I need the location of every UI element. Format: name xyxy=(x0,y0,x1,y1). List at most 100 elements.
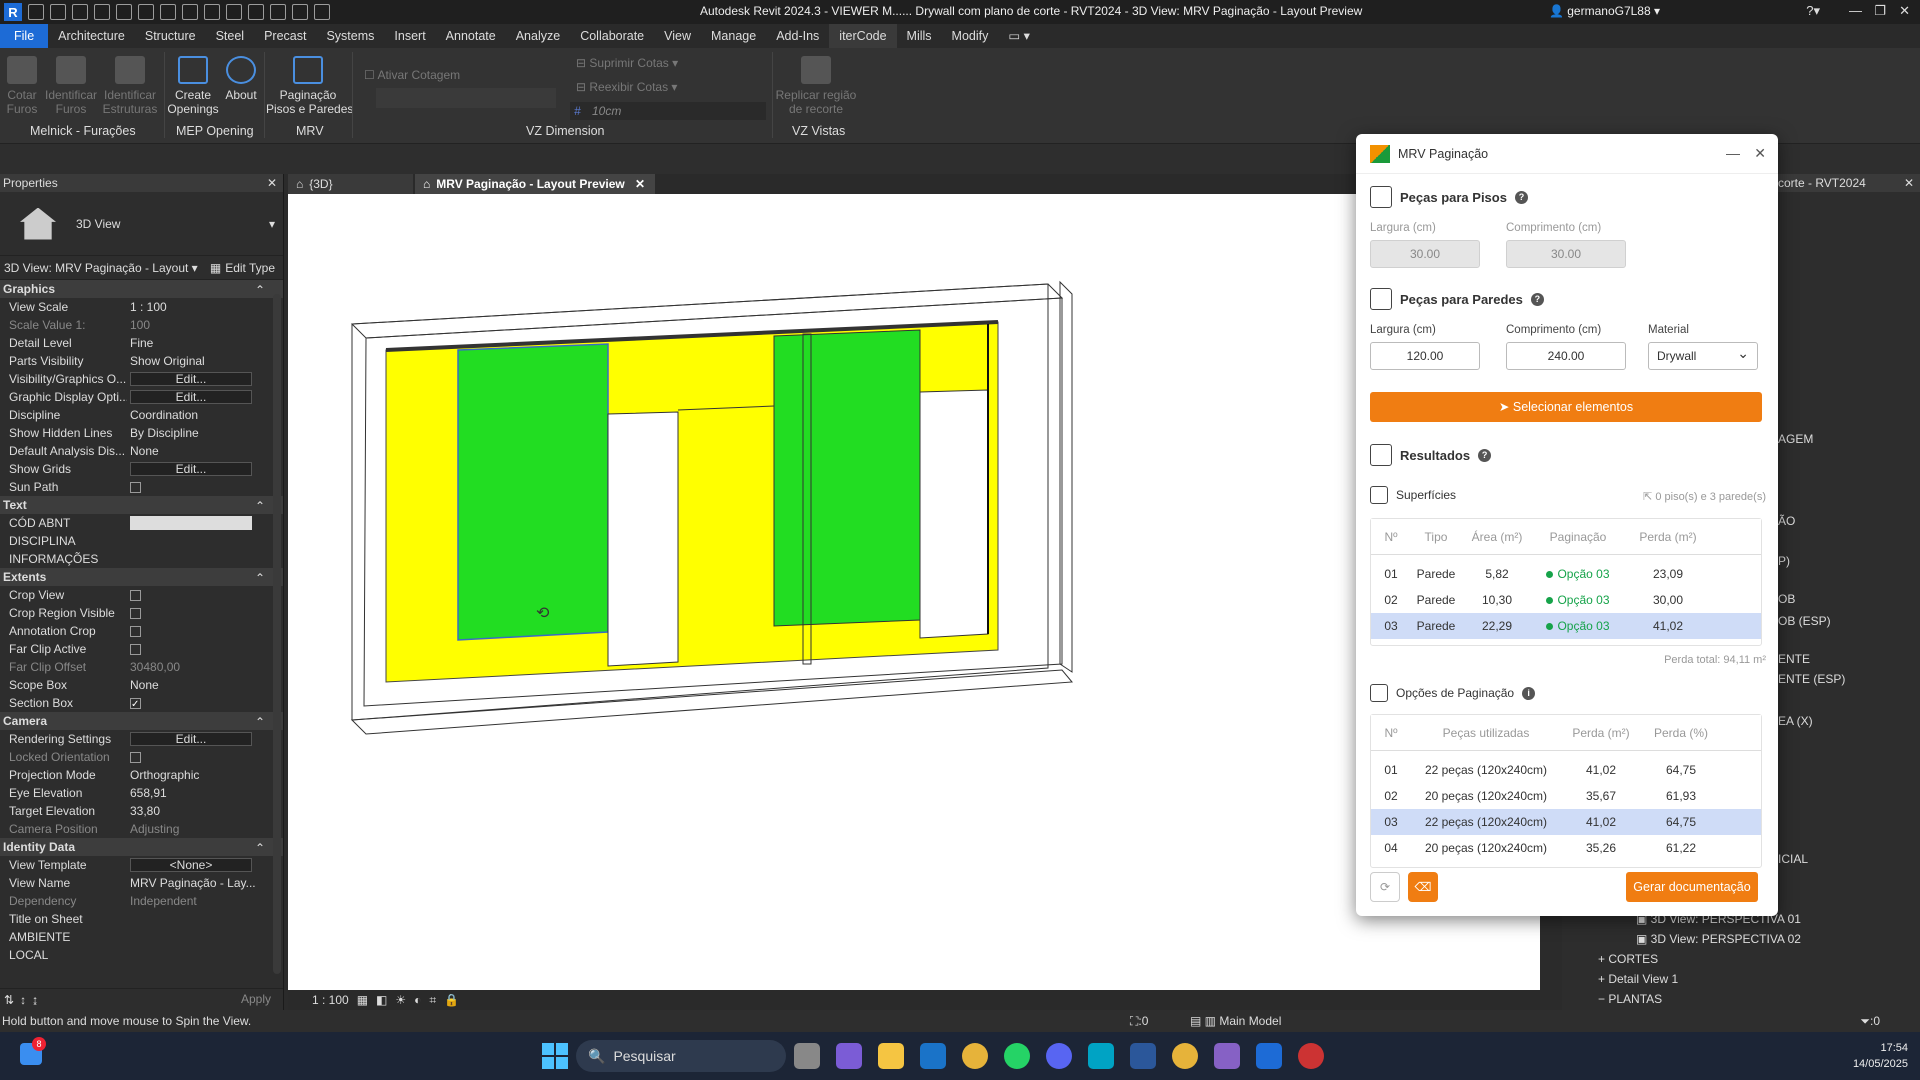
help-icon[interactable]: ? xyxy=(1514,190,1528,204)
tab-modify[interactable]: Modify xyxy=(942,24,999,48)
create-openings-button[interactable]: Create Openings xyxy=(166,56,220,116)
offset-input[interactable]: #10cm xyxy=(570,102,766,120)
property-value[interactable] xyxy=(127,514,283,532)
property-value[interactable]: None xyxy=(127,442,283,460)
table-row[interactable]: 02 20 peças (120x240cm) 35,67 61,93 xyxy=(1371,783,1761,809)
tab-itercode[interactable]: iterCode xyxy=(829,24,897,48)
browser-item[interactable]: EA (X) xyxy=(1778,714,1813,728)
table-row[interactable]: 03 22 peças (120x240cm) 41,02 64,75 xyxy=(1371,809,1761,835)
browser-item-detail[interactable]: + Detail View 1 xyxy=(1598,972,1678,986)
system-clock[interactable]: 17:54 14/05/2025 xyxy=(1853,1040,1908,1072)
taskbar-search[interactable]: 🔍 Pesquisar xyxy=(576,1040,786,1072)
browser-item-plantas[interactable]: − PLANTAS xyxy=(1598,992,1662,1006)
reexibir-cotas-button[interactable]: ⊟ Reexibir Cotas ▾ xyxy=(576,80,677,94)
text-input[interactable] xyxy=(130,930,252,944)
group-identity-data[interactable]: Identity Data xyxy=(0,838,283,857)
property-value[interactable]: 30480,00 xyxy=(127,658,283,676)
property-row[interactable]: Parts Visibility Show Original xyxy=(0,352,283,370)
view-selector-dropdown[interactable]: 3D View: MRV Paginação - Layout ▾ xyxy=(4,261,198,275)
tab-3d[interactable]: ⌂ {3D} xyxy=(288,174,413,194)
text-input[interactable] xyxy=(130,534,252,548)
property-row[interactable]: Section Box xyxy=(0,694,283,712)
property-value[interactable] xyxy=(127,604,283,622)
sort-az-icon[interactable]: ↕ xyxy=(20,993,26,1007)
print-icon[interactable] xyxy=(160,4,176,20)
identificar-furos-button[interactable]: Identificar Furos xyxy=(42,56,100,116)
group-graphics[interactable]: Graphics xyxy=(0,280,283,299)
properties-scrollbar[interactable] xyxy=(273,294,281,974)
edit-type-button[interactable]: ▦ Edit Type xyxy=(210,261,275,275)
edit-button[interactable]: Edit... xyxy=(130,372,252,386)
property-row[interactable]: View Scale 1 : 100 xyxy=(0,298,283,316)
tab-view[interactable]: View xyxy=(654,24,701,48)
table-row[interactable]: 01 Parede 5,82 Opção 03 23,09 xyxy=(1371,561,1761,587)
browser-item[interactable]: ENTE (ESP) xyxy=(1778,672,1845,686)
property-row[interactable]: Target Elevation 33,80 xyxy=(0,802,283,820)
tab-layout-preview[interactable]: ⌂ MRV Paginação - Layout Preview ✕ xyxy=(415,174,655,194)
property-row[interactable]: Discipline Coordination xyxy=(0,406,283,424)
whatsapp-icon[interactable] xyxy=(1004,1043,1030,1069)
property-value[interactable] xyxy=(127,640,283,658)
discord-icon[interactable] xyxy=(1046,1043,1072,1069)
property-value[interactable]: Show Original xyxy=(127,352,283,370)
ativar-cotagem-checkbox[interactable]: ☐ Ativar Cotagem xyxy=(364,68,460,82)
measure-icon[interactable] xyxy=(182,4,198,20)
browser-item[interactable]: ICIAL xyxy=(1778,852,1808,866)
property-value[interactable]: Edit... xyxy=(127,730,283,748)
chrome-profile-icon[interactable] xyxy=(1172,1043,1198,1069)
table-row[interactable]: 04 20 peças (120x240cm) 35,26 61,22 xyxy=(1371,835,1761,861)
property-value[interactable]: <None> xyxy=(127,856,283,874)
text-input[interactable] xyxy=(130,516,252,530)
thin-lines-icon[interactable] xyxy=(292,4,308,20)
browser-item-persp2[interactable]: ▣ 3D View: PERSPECTIVA 02 xyxy=(1636,932,1801,946)
app-icon[interactable] xyxy=(1088,1043,1114,1069)
notifications-icon[interactable]: 8 xyxy=(20,1037,46,1069)
cotagem-input[interactable] xyxy=(376,88,556,108)
suprimir-cotas-button[interactable]: ⊟ Suprimir Cotas ▾ xyxy=(576,56,678,70)
close-icon[interactable]: ✕ xyxy=(267,174,277,192)
table-row[interactable]: 02 Parede 10,30 Opção 03 30,00 xyxy=(1371,587,1761,613)
revit-logo-icon[interactable]: R xyxy=(4,3,22,21)
sort-za-icon[interactable]: ↨ xyxy=(32,993,38,1007)
property-value[interactable]: Adjusting xyxy=(127,820,283,838)
property-row[interactable]: Annotation Crop xyxy=(0,622,283,640)
property-row[interactable]: Scope Box None xyxy=(0,676,283,694)
property-row[interactable]: Visibility/Graphics O... Edit... xyxy=(0,370,283,388)
restore-icon[interactable]: ❐ xyxy=(1874,3,1886,19)
revit-taskbar-icon[interactable] xyxy=(1256,1043,1282,1069)
tab-manage[interactable]: Manage xyxy=(701,24,766,48)
tab-systems[interactable]: Systems xyxy=(316,24,384,48)
visual-studio-icon[interactable] xyxy=(1214,1043,1240,1069)
property-row[interactable]: LOCAL xyxy=(0,946,283,964)
app-record-icon[interactable] xyxy=(1298,1043,1324,1069)
browser-item-cortes[interactable]: + CORTES xyxy=(1598,952,1658,966)
property-row[interactable]: View Name MRV Paginação - Lay... xyxy=(0,874,283,892)
property-row[interactable]: Scale Value 1: 100 xyxy=(0,316,283,334)
close-tab-icon[interactable]: ✕ xyxy=(635,177,645,191)
property-row[interactable]: Rendering Settings Edit... xyxy=(0,730,283,748)
group-camera[interactable]: Camera xyxy=(0,712,283,731)
gerar-documentacao-button[interactable]: Gerar documentação xyxy=(1626,872,1758,902)
property-row[interactable]: Graphic Display Opti... Edit... xyxy=(0,388,283,406)
property-value[interactable] xyxy=(127,622,283,640)
tab-collaborate[interactable]: Collaborate xyxy=(570,24,654,48)
sun-path-icon[interactable]: ☀ xyxy=(395,993,406,1007)
property-value[interactable] xyxy=(127,748,283,766)
property-row[interactable]: Eye Elevation 658,91 xyxy=(0,784,283,802)
property-value[interactable] xyxy=(127,694,283,712)
property-value[interactable]: None xyxy=(127,676,283,694)
browser-item[interactable]: OB (ESP) xyxy=(1778,614,1831,628)
tab-annotate[interactable]: Annotate xyxy=(436,24,506,48)
browser-item[interactable]: ÃO xyxy=(1778,514,1795,528)
material-select[interactable]: Drywall xyxy=(1648,340,1758,370)
checkbox[interactable] xyxy=(130,626,141,637)
sync-icon[interactable] xyxy=(94,4,110,20)
cotar-furos-button[interactable]: Cotar Furos xyxy=(2,56,42,116)
text-input[interactable] xyxy=(130,552,252,566)
property-value[interactable]: 1 : 100 xyxy=(127,298,283,316)
user-account[interactable]: 👤 germanoG7L88 ▾ xyxy=(1549,4,1660,18)
property-row[interactable]: CÓD ABNT xyxy=(0,514,283,532)
clear-button[interactable]: ⌫ xyxy=(1408,872,1438,902)
paginacao-button[interactable]: Paginação Pisos e Paredes xyxy=(266,56,353,116)
property-value[interactable] xyxy=(127,946,283,964)
